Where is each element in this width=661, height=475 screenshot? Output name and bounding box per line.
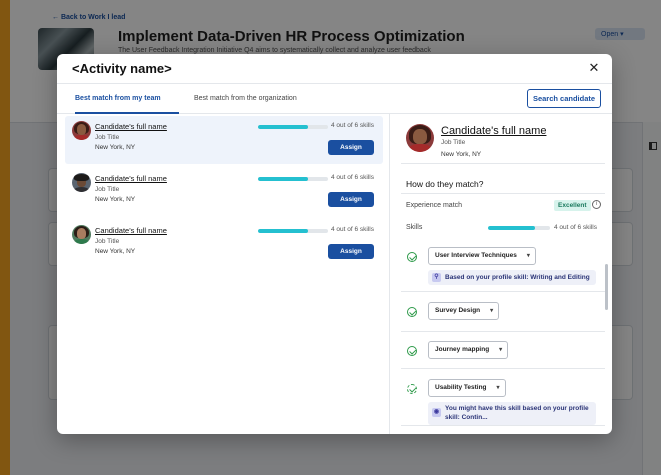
divider [401,368,605,369]
chevron-down-icon: ▾ [490,308,494,314]
search-candidate-button[interactable]: Search candidate [527,89,601,108]
experience-match-badge: Excellent [554,200,591,211]
match-heading: How do they match? [406,179,484,189]
avatar [406,124,434,152]
candidate-job-title: Job Title [95,134,120,141]
avatar [72,225,91,244]
skill-name: User Interview Techniques [435,252,517,259]
candidate-detail-panel: Candidate's full name Job Title New York… [391,114,612,434]
candidate-job-title: Job Title [95,238,120,245]
skill-name: Journey mapping [435,346,490,353]
skill-note: ⚲ Based on your profile skill: Writing an… [428,270,596,285]
divider [401,425,605,426]
check-circle-icon [407,252,417,262]
assign-button[interactable]: Assign [328,140,374,155]
assign-button[interactable]: Assign [328,192,374,207]
candidate-location: New York, NY [95,248,136,255]
skill-dropdown[interactable]: User Interview Techniques ▾ [428,247,536,265]
candidate-name-link[interactable]: Candidate's full name [95,174,167,183]
divider [401,331,605,332]
skill-name: Usability Testing [435,384,487,391]
candidate-row[interactable]: Candidate's full name Job Title New York… [65,116,383,164]
dialog-header: <Activity name> ✕ [57,54,612,84]
skills-count: 4 out of 6 skills [331,122,374,129]
scrollbar[interactable] [605,264,608,310]
possible-check-icon [407,384,417,394]
chevron-down-icon: ▾ [496,385,500,391]
skills-label: Skills [406,224,423,231]
candidate-job-title: Job Title [95,186,120,193]
skills-count: 4 out of 6 skills [331,226,374,233]
skill-dropdown[interactable]: Journey mapping ▾ [428,341,509,359]
close-icon[interactable]: ✕ [586,60,602,76]
skill-note-text: Based on your profile skill: Writing and… [445,274,590,281]
chevron-down-icon: ▾ [526,253,530,259]
skills-count: 4 out of 6 skills [331,174,374,181]
skill-dropdown[interactable]: Usability Testing ▾ [428,379,506,397]
skills-count: 4 out of 6 skills [554,224,597,231]
tab-best-match-organization[interactable]: Best match from the organization [194,95,297,102]
candidate-name-link[interactable]: Candidate's full name [95,122,167,131]
candidate-list: Candidate's full name Job Title New York… [57,114,390,434]
skills-match-fill [488,226,535,230]
find-candidate-dialog: <Activity name> ✕ Best match from my tea… [57,54,612,434]
match-tabs: Best match from my team Best match from … [57,84,612,114]
divider [401,291,605,292]
dialog-title: <Activity name> [72,61,172,76]
skills-match-bar [258,125,328,129]
person-icon: ⚲ [432,273,441,282]
candidate-row[interactable]: Candidate's full name Job Title New York… [65,168,383,216]
divider [401,193,605,194]
check-circle-icon [407,307,417,317]
info-icon[interactable]: i [592,200,601,209]
skills-match-fill [258,229,309,233]
skills-match-bar [258,177,328,181]
check-circle-icon [407,346,417,356]
assign-button[interactable]: Assign [328,244,374,259]
skill-note-text: You might have this skill based on your … [445,405,589,421]
candidate-row[interactable]: Candidate's full name Job Title New York… [65,220,383,268]
avatar [72,173,91,192]
skills-match-fill [258,177,309,181]
avatar [72,121,91,140]
skills-match-fill [258,125,309,129]
candidate-location: New York, NY [95,196,136,203]
candidate-name-link[interactable]: Candidate's full name [95,226,167,235]
detail-job-title: Job Title [441,139,466,146]
skill-name: Survey Design [435,307,481,314]
candidate-location: New York, NY [95,144,136,151]
skills-match-bar [488,226,550,230]
detail-location: New York, NY [441,151,482,158]
skill-dropdown[interactable]: Survey Design ▾ [428,302,500,320]
skill-note: ◉ You might have this skill based on your… [428,402,596,425]
detail-candidate-name-link[interactable]: Candidate's full name [441,125,546,137]
chevron-down-icon: ▾ [499,347,503,353]
experience-match-label: Experience match [406,202,463,209]
tab-best-match-team[interactable]: Best match from my team [75,95,161,102]
eye-icon: ◉ [432,408,441,417]
skills-match-bar [258,229,328,233]
divider [401,163,605,164]
